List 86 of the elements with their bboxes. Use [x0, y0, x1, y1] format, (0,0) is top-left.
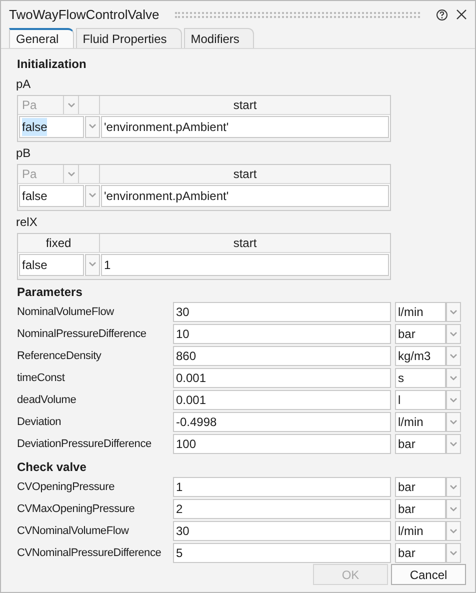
parameter-label: deadVolume: [17, 392, 78, 408]
section-heading: Initialization: [17, 56, 88, 73]
column-header: start: [232, 166, 258, 183]
dropdown-button[interactable]: [446, 324, 461, 344]
dropdown-button[interactable]: [446, 434, 461, 454]
chevron-down-icon: [450, 332, 457, 336]
unit-dropdown[interactable]: l/min: [395, 521, 446, 541]
parameter-label: CVMaxOpeningPressure: [17, 502, 136, 517]
parameter-label: NominalVolumeFlow: [17, 304, 115, 320]
parameter-label: CVOpeningPressure: [17, 480, 116, 495]
dropdown-button[interactable]: [446, 477, 461, 497]
chevron-down-icon: [450, 376, 457, 380]
dropdown-button[interactable]: [85, 254, 100, 276]
chevron-down-icon: [450, 484, 457, 490]
dropdown-button[interactable]: [446, 543, 461, 563]
help-icon[interactable]: [436, 8, 448, 20]
chevron-down-icon: [450, 354, 457, 358]
value-field[interactable]: 0.001: [173, 390, 391, 410]
close-icon[interactable]: [456, 9, 467, 20]
unit-dropdown[interactable]: bar: [395, 477, 446, 497]
chevron-down-icon: [68, 172, 74, 176]
dropdown-button[interactable]: [446, 368, 461, 388]
unit-dropdown[interactable]: l/min: [395, 302, 446, 322]
unit-dropdown[interactable]: bar: [395, 324, 446, 344]
dropdown-button[interactable]: [446, 302, 461, 322]
section-heading: Check valve: [17, 459, 88, 476]
variable-name: relX: [16, 214, 38, 231]
dropdown-button[interactable]: [446, 499, 461, 519]
chevron-down-icon: [89, 193, 96, 198]
tab[interactable]: Fluid Properties: [76, 28, 182, 48]
section-heading: Parameters: [17, 284, 84, 301]
chevron-down-icon: [450, 420, 457, 424]
parameter-label: Deviation: [17, 414, 62, 430]
dropdown-button[interactable]: [85, 116, 100, 138]
parameter-label: timeConst: [17, 370, 66, 386]
unit-dropdown[interactable]: bar: [395, 499, 446, 519]
parameter-label: DeviationPressureDifference: [17, 436, 152, 452]
dropdown-button[interactable]: [446, 412, 461, 432]
fixed-dropdown[interactable]: false: [19, 184, 84, 206]
dialog-button[interactable]: Cancel: [391, 564, 466, 585]
dropdown-button[interactable]: [85, 184, 100, 206]
unit-dropdown[interactable]: l: [395, 390, 446, 410]
variable-name: pB: [16, 145, 32, 162]
chevron-down-icon: [450, 506, 457, 512]
value-field[interactable]: -0.4998: [173, 412, 391, 432]
fixed-dropdown[interactable]: false: [19, 116, 84, 138]
dropdown-button[interactable]: [446, 521, 461, 541]
drag-handle[interactable]: [175, 12, 420, 18]
chevron-down-icon: [450, 528, 457, 534]
column-header: start: [232, 97, 258, 114]
chevron-down-icon: [89, 124, 96, 129]
variable-name: pA: [16, 76, 32, 93]
value-field[interactable]: 1: [173, 477, 391, 497]
value-field[interactable]: 30: [173, 302, 391, 322]
fixed-dropdown[interactable]: false: [19, 254, 84, 276]
dropdown-button[interactable]: [446, 346, 461, 366]
unit-dropdown[interactable]: l/min: [395, 412, 446, 432]
start-field[interactable]: 'environment.pAmbient': [101, 116, 389, 138]
value-field[interactable]: 30: [173, 521, 391, 541]
value-field[interactable]: 5: [173, 543, 391, 563]
tab[interactable]: General: [9, 28, 74, 48]
unit-dropdown[interactable]: bar: [395, 434, 446, 454]
value-field[interactable]: 0.001: [173, 368, 391, 388]
value-field[interactable]: 2: [173, 499, 391, 519]
parameter-label: CVNominalVolumeFlow: [17, 524, 130, 539]
start-field[interactable]: 'environment.pAmbient': [101, 184, 389, 206]
dropdown-button[interactable]: [446, 390, 461, 410]
chevron-down-icon: [450, 310, 457, 314]
chevron-down-icon: [450, 398, 457, 402]
unit-dropdown[interactable]: kg/m3: [395, 346, 446, 366]
unit-dropdown[interactable]: bar: [395, 543, 446, 563]
value-field[interactable]: 100: [173, 434, 391, 454]
start-field[interactable]: 1: [101, 254, 389, 276]
chevron-down-icon: [68, 102, 74, 108]
chevron-down-icon: [450, 442, 457, 446]
tab[interactable]: Modifiers: [184, 28, 254, 48]
value-field[interactable]: 860: [173, 346, 391, 366]
value-field[interactable]: 10: [173, 324, 391, 344]
chevron-down-icon: [89, 262, 96, 267]
unit-dropdown[interactable]: s: [395, 368, 446, 388]
parameter-label: NominalPressureDifference: [17, 326, 148, 342]
column-header: start: [232, 235, 258, 252]
chevron-down-icon: [450, 550, 457, 556]
parameter-label: ReferenceDensity: [17, 348, 102, 364]
parameter-label: CVNominalPressureDifference: [17, 546, 162, 561]
window-title: TwoWayFlowControlValve: [9, 6, 160, 24]
